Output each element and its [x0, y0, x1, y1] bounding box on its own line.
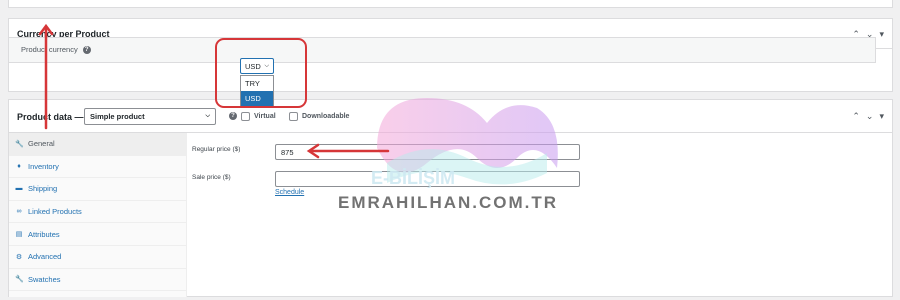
collapse-triangle-icon[interactable]: ▾ [879, 111, 884, 122]
product-box-toggles: ⌃ ⌄ ▾ [852, 100, 884, 133]
virtual-checkbox[interactable] [241, 112, 250, 121]
tab-advanced[interactable]: ⚙ Advanced [9, 246, 186, 269]
chevron-down-icon[interactable]: ⌄ [866, 111, 874, 122]
downloadable-label: Downloadable [302, 113, 350, 120]
product-data-tabs: 🔧 General ♦ Inventory ▬ Shipping ∞ Linked Pr… [9, 133, 187, 297]
tab-shipping[interactable]: ▬ Shipping [9, 178, 186, 201]
help-icon[interactable]: ? [82, 46, 91, 55]
link-icon: ∞ [16, 208, 22, 216]
annotation-highlight-box [215, 38, 307, 108]
gear-icon: ⚙ [15, 253, 23, 261]
list-icon: ▤ [15, 231, 23, 239]
watermark-brand: E-BİLİŞİM [371, 168, 455, 188]
product-data-title: Product data — [17, 112, 84, 122]
product-currency-row: Product currency? [8, 37, 876, 63]
collapse-triangle-icon[interactable]: ▾ [879, 29, 884, 40]
product-type-value: Simple product [90, 112, 145, 121]
tab-inventory[interactable]: ♦ Inventory [9, 156, 186, 179]
chevron-up-icon[interactable]: ⌃ [852, 111, 860, 122]
tag-icon: ♦ [17, 162, 21, 170]
tab-swatches[interactable]: 🔧 Swatches [9, 269, 186, 292]
watermark-site: EMRAHILHAN.COM.TR [338, 193, 559, 212]
regular-price-label: Regular price ($) [192, 146, 241, 153]
product-currency-label: Product currency? [21, 45, 91, 55]
product-data-header: Product data — Simple product ⌵ ? Virtua… [9, 100, 892, 133]
tab-general[interactable]: 🔧 General [9, 133, 186, 156]
downloadable-checkbox[interactable] [289, 112, 298, 121]
truck-icon: ▬ [15, 185, 23, 193]
sale-price-label: Sale price ($) [192, 174, 231, 181]
tab-linked-products[interactable]: ∞ Linked Products [9, 201, 186, 224]
product-type-select[interactable]: Simple product ⌵ [84, 108, 216, 125]
tab-attributes[interactable]: ▤ Attributes [9, 223, 186, 246]
regular-price-input[interactable]: 875 [275, 144, 580, 160]
chevron-down-icon: ⌵ [205, 113, 210, 119]
previous-box-edge [8, 0, 893, 8]
help-icon[interactable]: ? [229, 112, 237, 120]
wrench-icon: 🔧 [15, 276, 24, 284]
wrench-icon: 🔧 [15, 140, 24, 148]
virtual-label: Virtual [254, 113, 276, 120]
schedule-link[interactable]: Schedule [275, 189, 304, 196]
downloadable-checkbox-wrap[interactable]: Downloadable [289, 112, 349, 121]
virtual-checkbox-wrap[interactable]: Virtual [241, 112, 276, 121]
